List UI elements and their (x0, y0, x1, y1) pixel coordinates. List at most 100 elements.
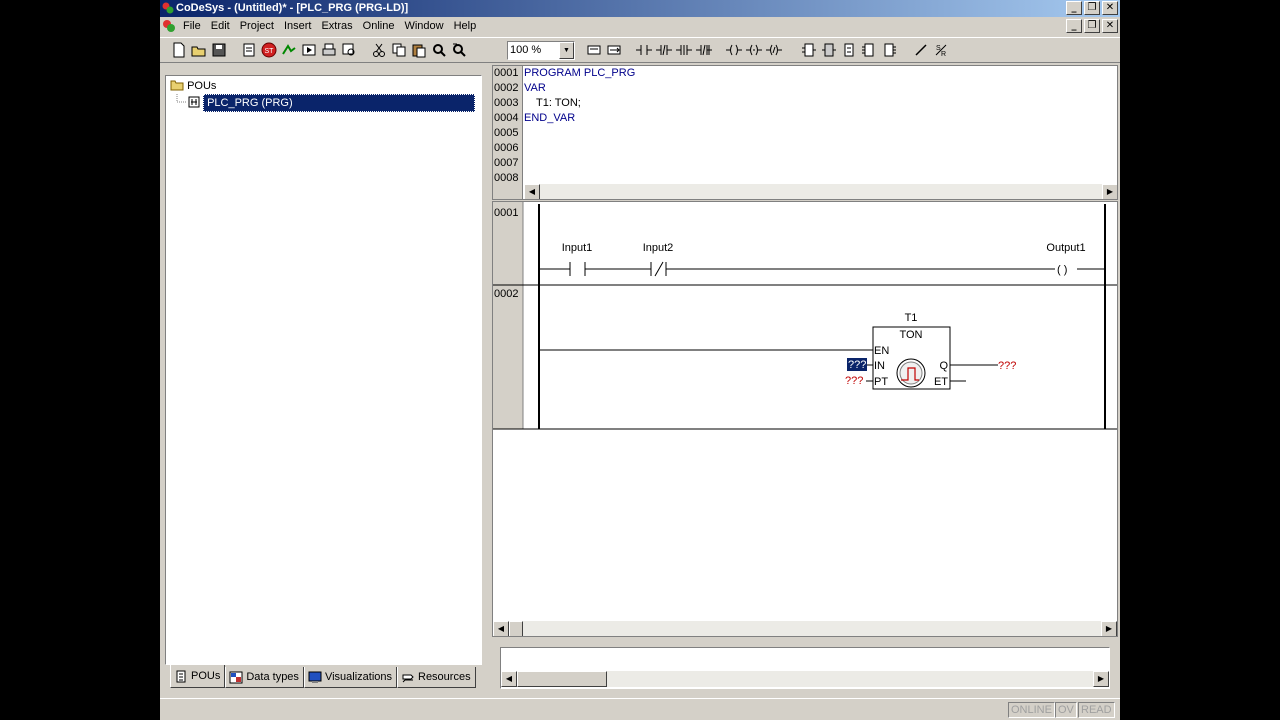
menu-file[interactable]: File (178, 17, 206, 36)
menu-extras[interactable]: Extras (316, 17, 357, 36)
stop-icon[interactable]: ST (260, 41, 278, 59)
block-type-name: TON (899, 329, 922, 341)
dropdown-arrow-icon[interactable]: ▼ (559, 42, 574, 59)
code-line[interactable]: END_VAR (524, 111, 575, 126)
set-coil-icon[interactable] (745, 41, 763, 59)
message-window[interactable]: ◀ ▶ (500, 647, 1110, 689)
reset-coil-icon[interactable] (765, 41, 783, 59)
contact-label-input1: Input1 (562, 242, 593, 254)
object-organizer-tree[interactable]: POUs PLC_PRG (PRG) (165, 75, 482, 665)
document-icon[interactable] (162, 19, 176, 33)
box-output-icon[interactable] (880, 41, 898, 59)
ladder-diagram-editor[interactable]: 0001 0002 ( ) Input1 Input2 Output1 T1 T… (492, 201, 1118, 637)
network-icon[interactable] (605, 41, 623, 59)
block-input-en: EN (874, 345, 889, 357)
scroll-thumb[interactable] (509, 621, 523, 636)
ladder-diagram-canvas[interactable]: 0001 0002 ( ) Input1 Input2 Output1 T1 T… (493, 202, 1118, 637)
organizer-tabs: POUs Data types Visualizations Resources (170, 665, 476, 689)
tab-label: Data types (246, 670, 299, 683)
maximize-button[interactable]: ❐ (1084, 1, 1100, 15)
open-folder-icon[interactable] (190, 41, 208, 59)
menu-project[interactable]: Project (235, 17, 279, 36)
line-number-gutter (493, 186, 523, 199)
scroll-left-icon[interactable]: ◀ (493, 621, 509, 636)
parallel-negated-contact-icon[interactable] (695, 41, 713, 59)
tree-root-pous[interactable]: POUs (170, 78, 216, 94)
new-file-icon[interactable] (170, 41, 188, 59)
box-input-icon[interactable] (860, 41, 878, 59)
svg-text:ST: ST (265, 48, 275, 55)
q-value-placeholder[interactable]: ??? (998, 360, 1016, 372)
save-icon[interactable] (210, 41, 228, 59)
tree-item-plc-prg[interactable]: PLC_PRG (PRG) (188, 94, 476, 112)
doc-minimize-button[interactable]: _ (1066, 19, 1082, 33)
status-online: ONLINE (1008, 702, 1055, 718)
minimize-button[interactable]: _ (1066, 1, 1082, 15)
jump-icon[interactable] (820, 41, 838, 59)
tab-data-types[interactable]: Data types (225, 667, 304, 688)
in-value-placeholder[interactable]: ??? (848, 359, 866, 371)
menu-bar: File Edit Project Insert Extras Online W… (160, 17, 1120, 36)
negate-icon[interactable] (912, 41, 930, 59)
menu-insert[interactable]: Insert (279, 17, 317, 36)
function-block-icon[interactable] (800, 41, 818, 59)
paste-icon[interactable] (410, 41, 428, 59)
tab-resources[interactable]: Resources (397, 667, 476, 688)
declaration-horizontal-scrollbar[interactable]: ◀ ▶ (524, 184, 1117, 199)
return-icon[interactable] (840, 41, 858, 59)
declaration-editor[interactable]: 0001 0002 0003 0004 0005 0006 0007 0008 … (492, 65, 1118, 200)
negated-contact-icon[interactable] (655, 41, 673, 59)
line-number: 0001 (493, 66, 523, 81)
message-horizontal-scrollbar[interactable]: ◀ ▶ (501, 671, 1109, 687)
parallel-contact-icon[interactable] (675, 41, 693, 59)
zoom-dropdown[interactable]: 100 % ▼ (507, 41, 575, 60)
network-number-1: 0001 (494, 207, 518, 219)
status-ov: OV (1055, 702, 1077, 718)
tab-visualizations[interactable]: Visualizations (303, 667, 397, 688)
login-icon[interactable] (280, 41, 298, 59)
coil-icon[interactable] (725, 41, 743, 59)
scroll-thumb[interactable] (517, 671, 607, 687)
ladder-horizontal-scrollbar[interactable]: ◀ ▶ (493, 621, 1117, 636)
block-instance-name[interactable]: T1 (905, 312, 918, 324)
set-reset-icon[interactable]: SR (932, 41, 950, 59)
contact-input2-negation (654, 261, 664, 277)
menu-edit[interactable]: Edit (206, 17, 235, 36)
code-line[interactable]: PROGRAM PLC_PRG (524, 66, 635, 81)
tab-pous[interactable]: POUs (170, 665, 226, 688)
contact-label-input2: Input2 (643, 242, 674, 254)
scroll-right-icon[interactable]: ▶ (1093, 671, 1109, 687)
contact-icon[interactable] (635, 41, 653, 59)
coil-output1[interactable]: ( ) (1057, 264, 1067, 276)
visualization-icon (308, 671, 322, 683)
copy-icon[interactable] (390, 41, 408, 59)
doc-maximize-button[interactable]: ❐ (1084, 19, 1100, 33)
timer-clock-icon (896, 358, 926, 388)
find-icon[interactable] (430, 41, 448, 59)
run-icon[interactable] (300, 41, 318, 59)
print-icon[interactable] (320, 41, 338, 59)
code-line[interactable]: T1: TON; (524, 96, 581, 111)
menu-online[interactable]: Online (358, 17, 400, 36)
scroll-right-icon[interactable]: ▶ (1102, 184, 1117, 199)
cut-icon[interactable] (370, 41, 388, 59)
code-line[interactable]: VAR (524, 81, 546, 96)
close-button[interactable]: ✕ (1102, 1, 1118, 15)
menu-help[interactable]: Help (449, 17, 482, 36)
tab-label: Resources (418, 670, 471, 683)
scroll-left-icon[interactable]: ◀ (524, 184, 540, 199)
tab-label: POUs (191, 669, 221, 682)
doc-close-button[interactable]: ✕ (1102, 19, 1118, 33)
cross-reference-icon[interactable] (340, 41, 358, 59)
status-read: READ (1078, 702, 1115, 718)
status-bar: ONLINE OV READ (160, 698, 1120, 718)
menu-window[interactable]: Window (399, 17, 448, 36)
tree-item-label: PLC_PRG (PRG) (203, 94, 476, 112)
comment-icon[interactable] (585, 41, 603, 59)
scroll-left-icon[interactable]: ◀ (501, 671, 517, 687)
build-icon[interactable] (240, 41, 258, 59)
scroll-right-icon[interactable]: ▶ (1101, 621, 1117, 636)
svg-text:R: R (941, 51, 946, 58)
pt-value-placeholder[interactable]: ??? (845, 375, 863, 387)
find-next-icon[interactable] (450, 41, 468, 59)
